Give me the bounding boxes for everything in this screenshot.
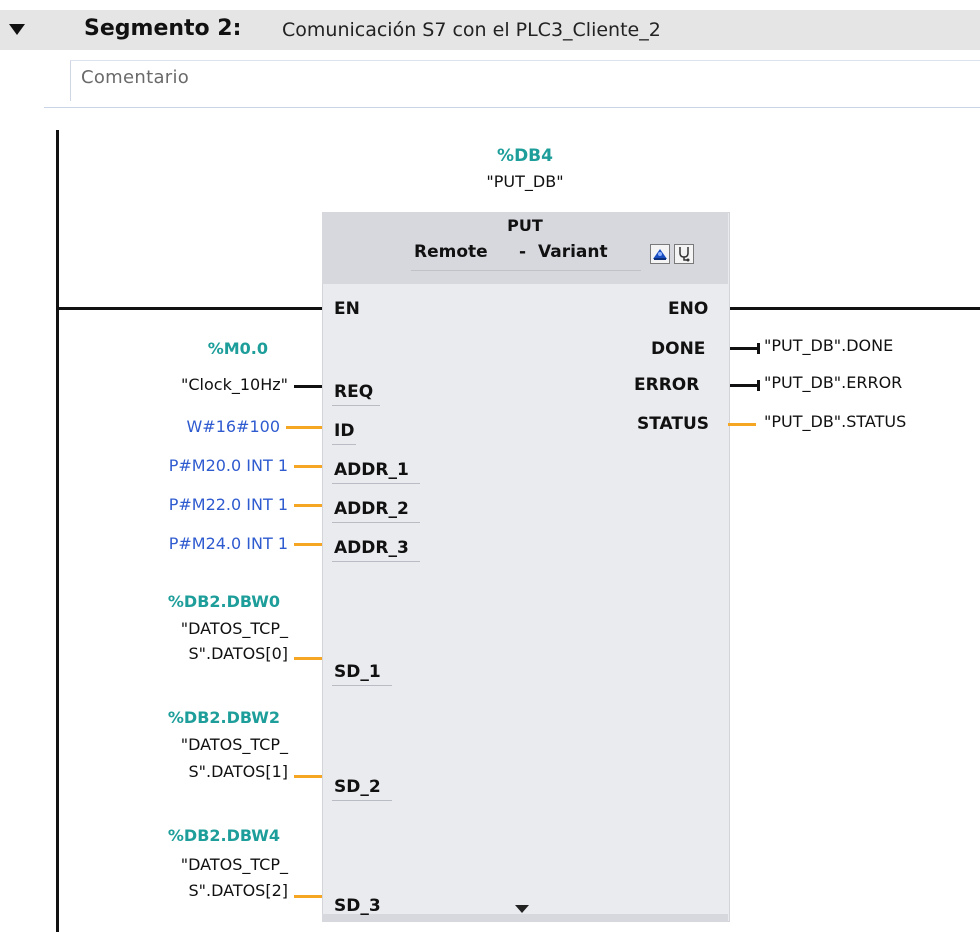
sd-2-symbol-line2[interactable]: S".DATOS[1] [110,760,288,783]
power-flow-wire-en [58,307,322,310]
status-target[interactable]: "PUT_DB".STATUS [764,412,906,431]
sd-2-symbol-line1[interactable]: "DATOS_TCP_ [110,733,288,756]
label-separator: - [519,242,527,262]
error-target[interactable]: "PUT_DB".ERROR [764,373,902,392]
sd-1-symbol-line1[interactable]: "DATOS_TCP_ [110,617,288,640]
pin-id[interactable]: ID [334,421,354,441]
pin-sd-2[interactable]: SD_2 [334,777,381,797]
sd-3-symbol-line1[interactable]: "DATOS_TCP_ [110,853,288,876]
pin-sd-1[interactable]: SD_1 [334,662,381,682]
sd-3-symbol-line2[interactable]: S".DATOS[2] [110,879,288,902]
diagnostics-icon[interactable] [674,244,694,264]
comment-placeholder: Comentario [81,67,190,88]
power-rail [56,130,59,932]
sd-3-address[interactable]: %DB2.DBW4 [110,826,280,845]
pin-status[interactable]: STATUS [637,414,709,434]
addr-3-value[interactable]: P#M24.0 INT 1 [100,534,288,553]
block-name: PUT [507,216,543,235]
wire-addr-1 [294,465,322,468]
wire-error [730,384,758,387]
pin-underline [332,483,420,484]
coil-tee-icon [757,380,760,391]
addr-1-value[interactable]: P#M20.0 INT 1 [100,456,288,475]
collapse-arrow-icon[interactable] [9,24,25,35]
pin-underline [332,405,380,406]
pin-done[interactable]: DONE [651,339,705,359]
pin-underline [332,561,420,562]
pin-underline [332,685,392,686]
expand-block-arrow-icon[interactable] [515,905,529,913]
variant-label: Variant [538,242,608,262]
pin-underline [332,444,356,445]
addr-2-value[interactable]: P#M22.0 INT 1 [100,495,288,514]
header-underline [411,270,641,271]
wire-addr-2 [294,504,322,507]
instance-db-address[interactable]: %DB4 [322,146,728,166]
sd-1-address[interactable]: %DB2.DBW0 [110,592,280,611]
segment-description[interactable]: Comunicación S7 con el PLC3_Cliente_2 [282,19,661,41]
pin-sd-3[interactable]: SD_3 [334,896,381,916]
req-address[interactable]: %M0.0 [120,339,268,358]
pin-addr-2[interactable]: ADDR_2 [334,499,409,519]
pin-en[interactable]: EN [334,299,360,319]
segment-comment-field[interactable]: Comentario [70,60,980,101]
pin-underline [332,800,392,801]
wire-addr-3 [294,543,322,546]
pin-error[interactable]: ERROR [634,375,699,395]
wire-id [286,426,322,429]
wire-done [730,347,758,350]
wire-req [294,385,322,388]
coil-tee-icon [757,343,760,354]
req-symbol[interactable]: "Clock_10Hz" [90,373,288,396]
pin-addr-1[interactable]: ADDR_1 [334,460,409,480]
wire-status [728,423,756,426]
wire-sd-3 [294,895,322,898]
segment-header: Segmento 2: Comunicación S7 con el PLC3_… [0,10,980,50]
remote-label: Remote [414,242,488,262]
pin-addr-3[interactable]: ADDR_3 [334,538,409,558]
pin-eno[interactable]: ENO [668,299,708,319]
connection-config-icon[interactable] [650,244,670,264]
power-flow-wire-eno [728,307,980,310]
pin-underline [332,522,420,523]
instance-db-symbol[interactable]: "PUT_DB" [322,172,728,191]
wire-sd-2 [294,775,322,778]
wire-sd-1 [294,657,322,660]
sd-2-address[interactable]: %DB2.DBW2 [110,708,280,727]
pin-req[interactable]: REQ [334,382,373,402]
id-value[interactable]: W#16#100 [120,417,280,436]
block-bottom-band [322,914,728,922]
done-target[interactable]: "PUT_DB".DONE [764,336,893,355]
segment-title: Segmento 2: [84,16,242,41]
separator [44,107,980,108]
sd-1-symbol-line2[interactable]: S".DATOS[0] [110,642,288,665]
